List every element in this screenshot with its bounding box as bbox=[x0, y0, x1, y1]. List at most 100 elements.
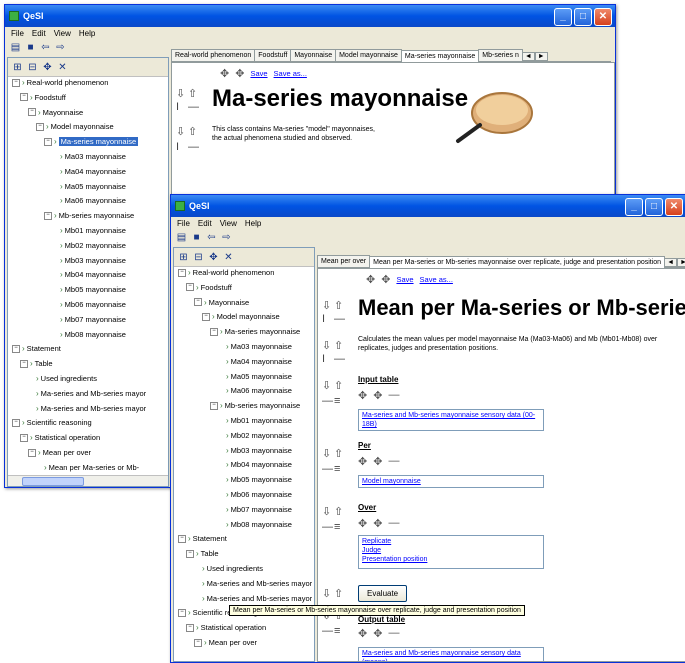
tab[interactable]: Foodstuff bbox=[254, 49, 292, 61]
collapse-toggle-icon[interactable]: − bbox=[12, 418, 20, 427]
titlebar[interactable]: QeSI _ □ ✕ bbox=[5, 5, 615, 27]
tree-node[interactable]: › Ma04 mayonnaise bbox=[52, 167, 126, 176]
collapse-toggle-icon[interactable]: − bbox=[12, 78, 20, 87]
minimize-button[interactable]: _ bbox=[625, 198, 643, 216]
tree-node[interactable]: › Mb02 mayonnaise bbox=[218, 431, 292, 440]
add-icon[interactable]: ✥ bbox=[220, 67, 229, 80]
move-down-icon[interactable]: ⇩ bbox=[322, 447, 331, 460]
collapse-toggle-icon[interactable]: − bbox=[36, 122, 44, 131]
menu-file[interactable]: File bbox=[11, 29, 24, 38]
dash-icon[interactable]: — bbox=[322, 463, 333, 475]
add-icon[interactable]: ✥ bbox=[358, 389, 367, 402]
over-item-replicate[interactable]: Replicate bbox=[362, 537, 540, 546]
remove-icon[interactable]: — bbox=[388, 389, 399, 402]
tree-node[interactable]: › Mb08 mayonnaise bbox=[52, 330, 126, 339]
tree-node[interactable]: › Mb06 mayonnaise bbox=[52, 300, 126, 309]
tree-node[interactable]: › Ma-series and Mb-series mayor bbox=[28, 389, 146, 398]
per-field[interactable]: Model mayonnaise bbox=[358, 475, 544, 488]
tree-node[interactable]: › Ma03 mayonnaise bbox=[218, 342, 292, 351]
delete-node-icon[interactable]: ✕ bbox=[223, 252, 234, 263]
add-icon[interactable]: ✥ bbox=[373, 389, 382, 402]
tree-node[interactable]: − › Foodstuff bbox=[20, 93, 66, 102]
add-icon[interactable]: ✥ bbox=[373, 627, 382, 640]
list-icon[interactable]: ≡ bbox=[334, 395, 340, 407]
tree-node[interactable]: − › Statement bbox=[178, 534, 227, 543]
collapse-toggle-icon[interactable]: − bbox=[210, 327, 218, 336]
dash-icon[interactable]: — bbox=[322, 625, 333, 637]
move-up-icon[interactable]: ⇧ bbox=[334, 299, 343, 312]
add-icon[interactable]: ✥ bbox=[366, 273, 375, 286]
close-button[interactable]: ✕ bbox=[665, 198, 683, 216]
collapse-toggle-icon[interactable]: − bbox=[186, 283, 194, 292]
collapse-all-icon[interactable]: ⊟ bbox=[193, 252, 204, 263]
collapse-toggle-icon[interactable]: − bbox=[44, 137, 52, 146]
dash-icon[interactable]: — bbox=[334, 313, 345, 325]
tree-node[interactable]: − › Scientific reasoning bbox=[12, 418, 92, 427]
over-field[interactable]: Replicate Judge Presentation position bbox=[358, 535, 544, 569]
open-icon[interactable]: ▤ bbox=[176, 232, 187, 243]
menu-help[interactable]: Help bbox=[79, 29, 95, 38]
add-icon[interactable]: ✥ bbox=[373, 455, 382, 468]
tree-node[interactable]: − › Mb-series mayonnaise bbox=[210, 401, 300, 410]
tree-node[interactable]: − › Mayonnaise bbox=[28, 108, 83, 117]
menu-view[interactable]: View bbox=[54, 29, 71, 38]
move-up-icon[interactable]: ⇧ bbox=[334, 339, 343, 352]
collapse-toggle-icon[interactable]: − bbox=[194, 298, 202, 307]
move-up-icon[interactable]: ⇧ bbox=[188, 125, 197, 138]
collapse-toggle-icon[interactable]: − bbox=[202, 312, 210, 321]
evaluate-button[interactable]: Evaluate bbox=[358, 585, 408, 602]
tree-node[interactable]: › Ma-series and Mb-series mayor bbox=[194, 594, 312, 603]
save-link[interactable]: Save bbox=[396, 275, 413, 284]
tab-scroll-right-icon[interactable]: ► bbox=[534, 52, 548, 61]
separator-icon[interactable]: I bbox=[176, 101, 179, 113]
tree-node[interactable]: − › Real-world phenomenon bbox=[12, 78, 108, 87]
tab-scroll-right-icon[interactable]: ► bbox=[677, 258, 685, 267]
tree-node[interactable]: › Mb04 mayonnaise bbox=[52, 270, 126, 279]
tree-node[interactable]: › Mb01 mayonnaise bbox=[52, 226, 126, 235]
input-table-link[interactable]: Ma-series and Mb-series mayonnaise senso… bbox=[362, 411, 540, 429]
tree-node[interactable]: − › Table bbox=[20, 359, 53, 368]
tree-node[interactable]: › Mean per Ma-series or Mb- bbox=[36, 463, 139, 472]
move-down-icon[interactable]: ⇩ bbox=[322, 587, 331, 600]
tree-node[interactable]: − › Mean per over bbox=[194, 638, 257, 647]
tree-node[interactable]: › Mb01 mayonnaise bbox=[218, 416, 292, 425]
move-up-icon[interactable]: ⇧ bbox=[334, 447, 343, 460]
add-icon[interactable]: ✥ bbox=[381, 273, 390, 286]
tab-scroll-left-icon[interactable]: ◄ bbox=[521, 52, 535, 61]
tree-node[interactable]: › Ma-series and Mb-series mayor bbox=[28, 404, 146, 413]
tab[interactable]: Mean per over bbox=[317, 255, 371, 267]
collapse-all-icon[interactable]: ⊟ bbox=[27, 62, 38, 73]
save-as-link[interactable]: Save as... bbox=[274, 69, 307, 78]
titlebar[interactable]: QeSI _ □ ✕ bbox=[171, 195, 685, 217]
tree-node[interactable]: › Ma-series and Mb-series mayor bbox=[194, 579, 312, 588]
dash-icon[interactable]: — bbox=[322, 395, 333, 407]
collapse-toggle-icon[interactable]: − bbox=[178, 608, 186, 617]
output-table-field[interactable]: Ma-series and Mb-series mayonnaise senso… bbox=[358, 647, 544, 661]
tab[interactable]: Mb-series n bbox=[478, 49, 523, 61]
tree-node[interactable]: − › Table bbox=[186, 549, 219, 558]
tree-node[interactable]: › Ma04 mayonnaise bbox=[218, 357, 292, 366]
expand-all-icon[interactable]: ⊞ bbox=[178, 252, 189, 263]
separator-icon[interactable]: I bbox=[322, 313, 325, 325]
expand-all-icon[interactable]: ⊞ bbox=[12, 62, 23, 73]
list-icon[interactable]: ≡ bbox=[334, 521, 340, 533]
menu-file[interactable]: File bbox=[177, 219, 190, 228]
tree-node[interactable]: › Mb07 mayonnaise bbox=[52, 315, 126, 324]
tree-node[interactable]: › Mb07 mayonnaise bbox=[218, 505, 292, 514]
move-down-icon[interactable]: ⇩ bbox=[176, 125, 185, 138]
move-down-icon[interactable]: ⇩ bbox=[176, 87, 185, 100]
tree-node[interactable]: › Mb04 mayonnaise bbox=[218, 460, 292, 469]
collapse-toggle-icon[interactable]: − bbox=[194, 638, 202, 647]
tree-node[interactable]: › Mb03 mayonnaise bbox=[218, 446, 292, 455]
separator-icon[interactable]: I bbox=[176, 141, 179, 153]
tree-node[interactable]: − › Statement bbox=[12, 344, 61, 353]
add-icon[interactable]: ✥ bbox=[358, 627, 367, 640]
save-as-link[interactable]: Save as... bbox=[420, 275, 453, 284]
menu-view[interactable]: View bbox=[220, 219, 237, 228]
add-icon[interactable]: ✥ bbox=[373, 517, 382, 530]
forward-arrow-icon[interactable]: ⇨ bbox=[221, 232, 232, 243]
tab[interactable]: Real-world phenomenon bbox=[171, 49, 256, 61]
move-up-icon[interactable]: ⇧ bbox=[188, 87, 197, 100]
move-up-icon[interactable]: ⇧ bbox=[334, 505, 343, 518]
add-icon[interactable]: ✥ bbox=[358, 517, 367, 530]
